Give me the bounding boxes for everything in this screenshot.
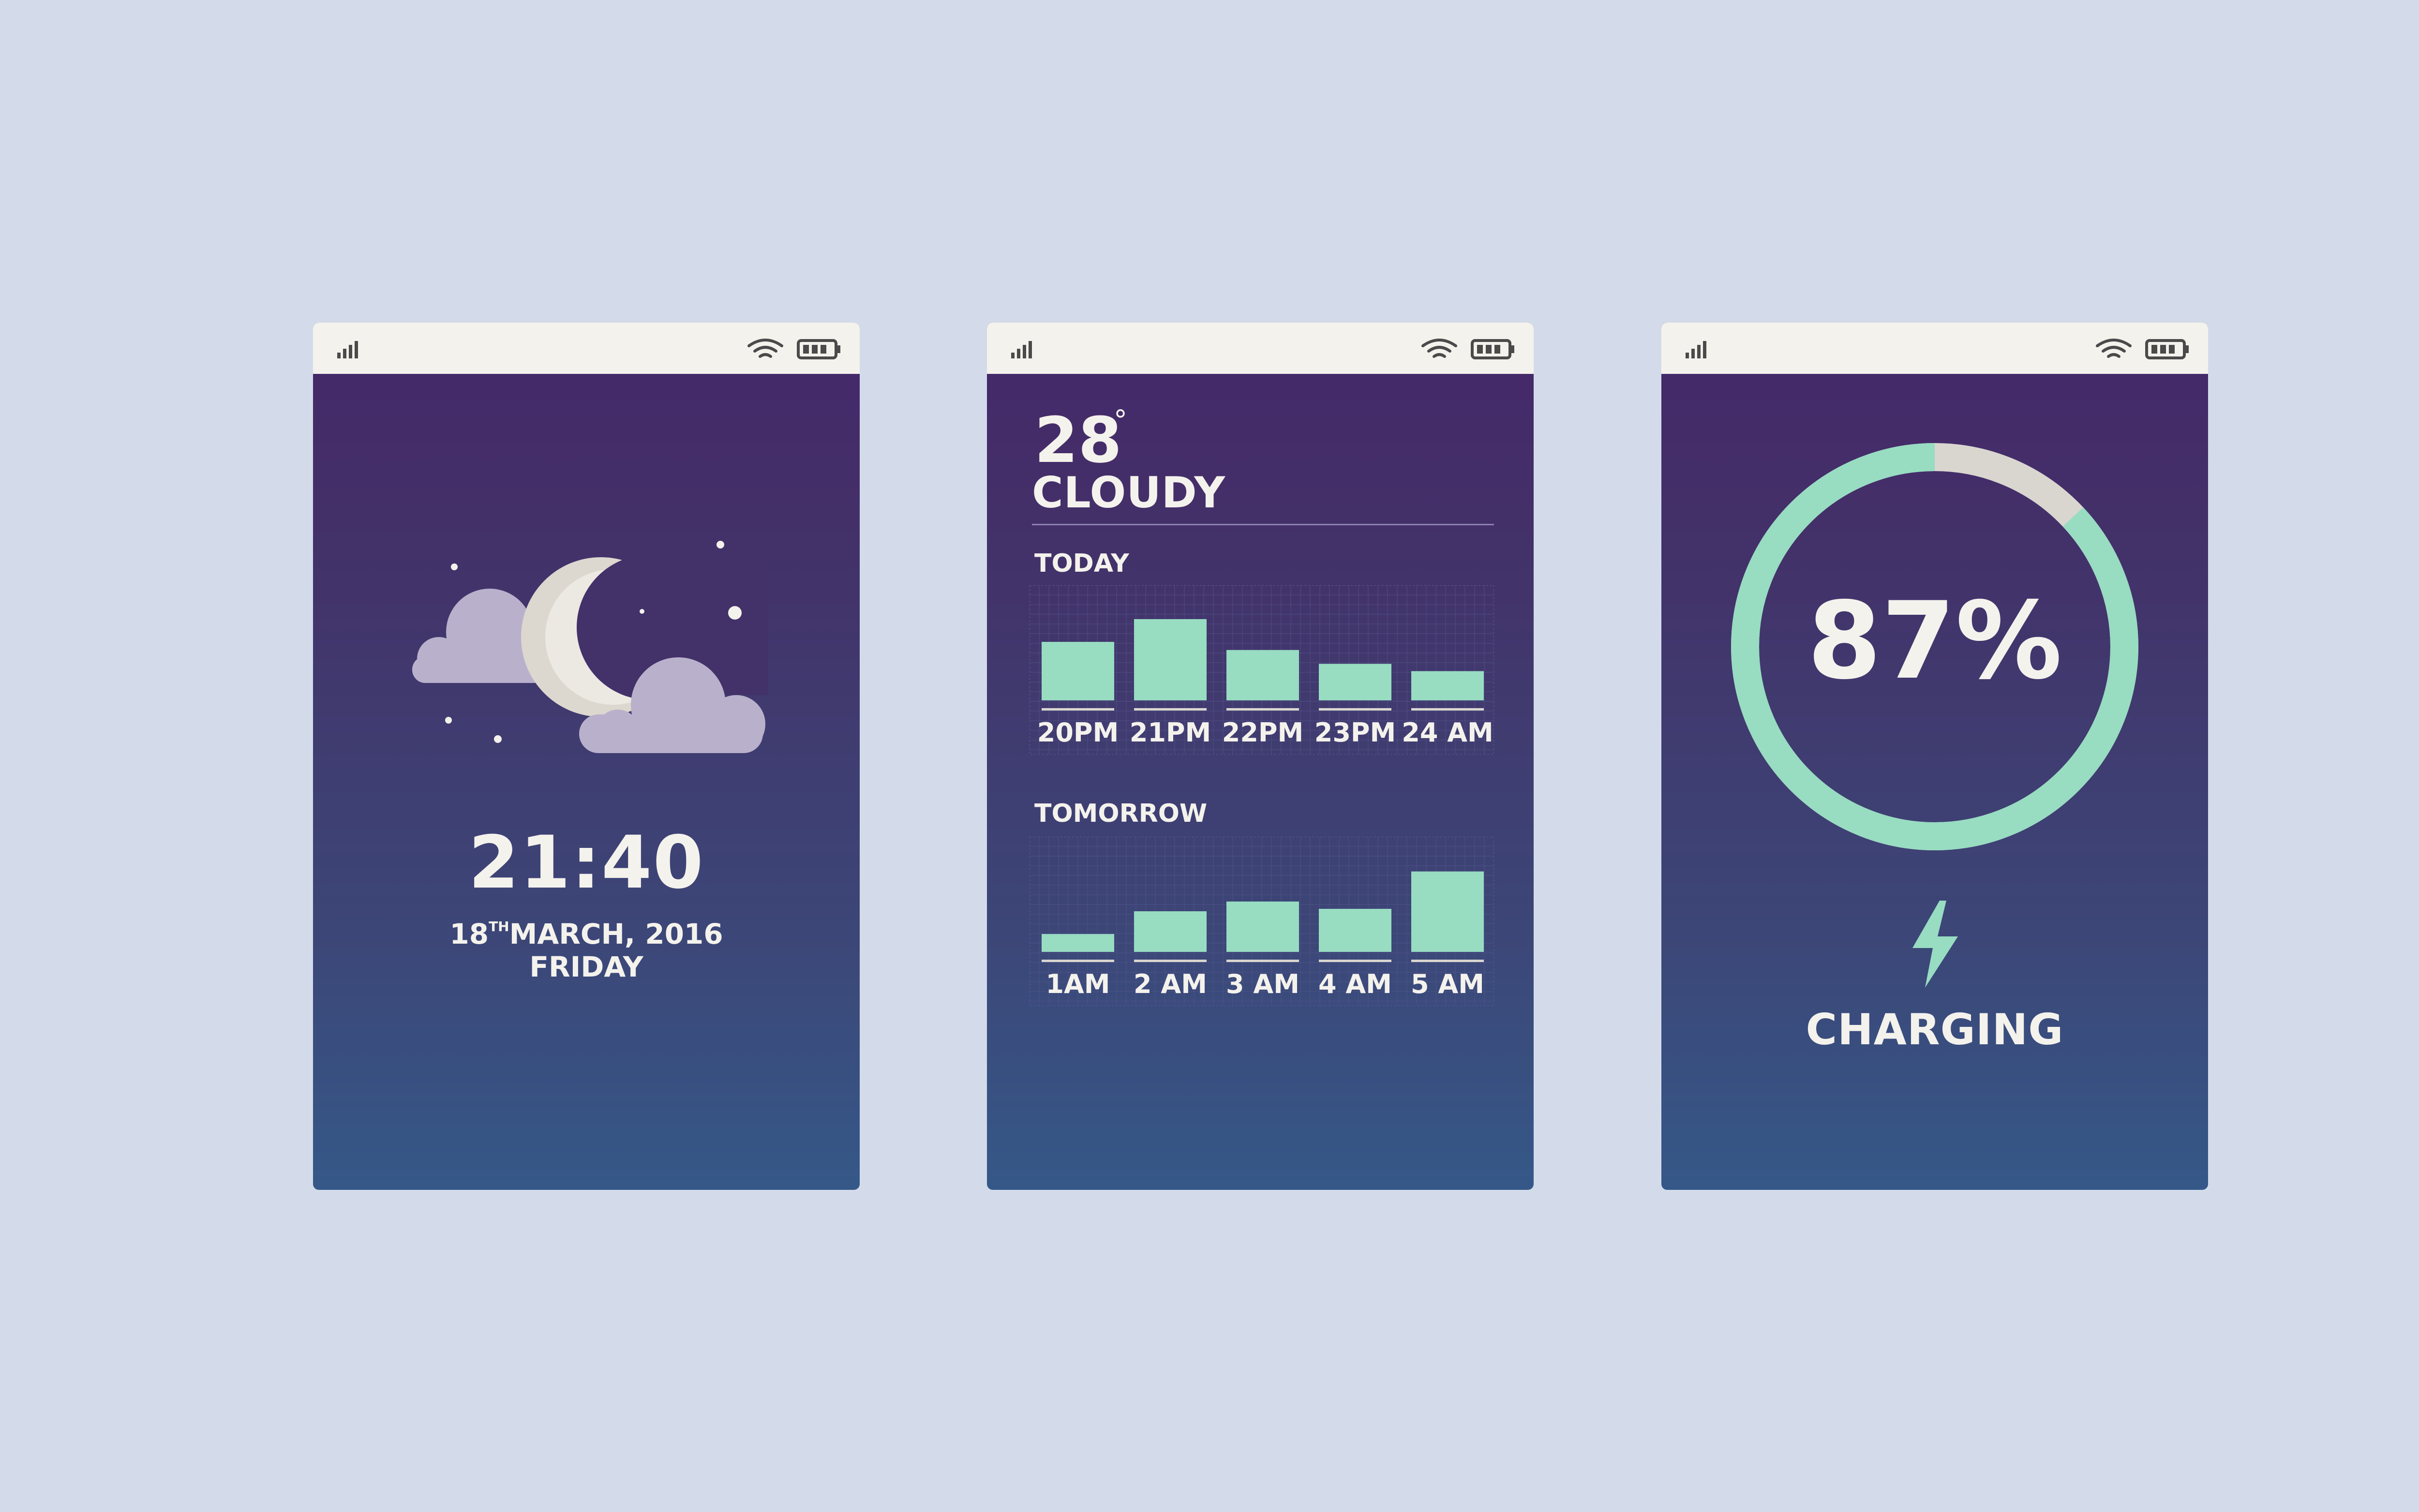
status-bar: [987, 323, 1534, 374]
clock-time: 21:40: [468, 821, 704, 905]
bar: [1134, 911, 1207, 952]
bar: [1319, 664, 1391, 700]
date-suffix: TH: [489, 919, 509, 934]
today-label: TODAY: [1034, 549, 1129, 578]
weather-screen: 28 ° CLOUDY TODAY 20PM 21PM 22PM 23PM 24 AM …: [987, 323, 1534, 1190]
wifi-icon: [1421, 339, 1457, 358]
bar-baseline: [1319, 960, 1391, 962]
tick-label: 23PM: [1314, 717, 1396, 748]
bar: [1042, 934, 1114, 952]
bar: [1411, 871, 1484, 952]
bar: [1411, 671, 1484, 700]
bar-baseline: [1226, 960, 1299, 962]
today-forecast-chart: 20PM 21PM 22PM 23PM 24 AM: [1030, 585, 1494, 755]
divider: [1032, 524, 1494, 525]
bar: [1319, 908, 1391, 952]
bar: [1042, 642, 1114, 700]
bar-baseline: [1411, 960, 1484, 962]
bar-baseline: [1042, 960, 1114, 962]
date-month-year: MARCH, 2016: [509, 918, 723, 950]
bar: [1134, 619, 1207, 700]
battery-icon: [1471, 339, 1514, 359]
lock-screen: 21:40 18THMARCH, 2016 FRIDAY: [313, 323, 860, 1190]
bar-baseline: [1042, 708, 1114, 711]
weather-condition: CLOUDY: [1032, 468, 1226, 518]
tick-label: 4 AM: [1318, 969, 1392, 999]
charging-status: CHARGING: [1806, 1005, 2064, 1054]
battery-percent: 87%: [1807, 579, 2062, 703]
degree-symbol: °: [1114, 405, 1127, 436]
bar: [1226, 650, 1299, 700]
tick-label: 22PM: [1222, 717, 1303, 748]
date-line: 18THMARCH, 2016: [313, 918, 860, 950]
lightning-bolt-icon: [1912, 901, 1958, 988]
tick-label: 1AM: [1045, 969, 1110, 999]
tick-label: 21PM: [1130, 717, 1211, 748]
bar-baseline: [1319, 708, 1391, 711]
bar-baseline: [1134, 708, 1207, 711]
date-day: 18: [449, 918, 489, 950]
tomorrow-forecast-chart: 1AM 2 AM 3 AM 4 AM 5 AM: [1030, 837, 1494, 1006]
temperature: 28: [1034, 403, 1122, 477]
bar-baseline: [1226, 708, 1299, 711]
tick-label: 2 AM: [1134, 969, 1207, 999]
tick-label: 5 AM: [1411, 969, 1484, 999]
bar: [1226, 901, 1299, 952]
tick-label: 3 AM: [1226, 969, 1299, 999]
tick-label: 20PM: [1037, 717, 1119, 748]
weekday: FRIDAY: [529, 950, 643, 983]
tick-label: 24 AM: [1402, 717, 1493, 748]
tomorrow-label: TOMORROW: [1034, 799, 1208, 828]
bar-baseline: [1411, 708, 1484, 711]
signal-icon: [1011, 341, 1032, 358]
battery-screen: 87% CHARGING: [1661, 323, 2208, 1190]
bar-baseline: [1134, 960, 1207, 962]
